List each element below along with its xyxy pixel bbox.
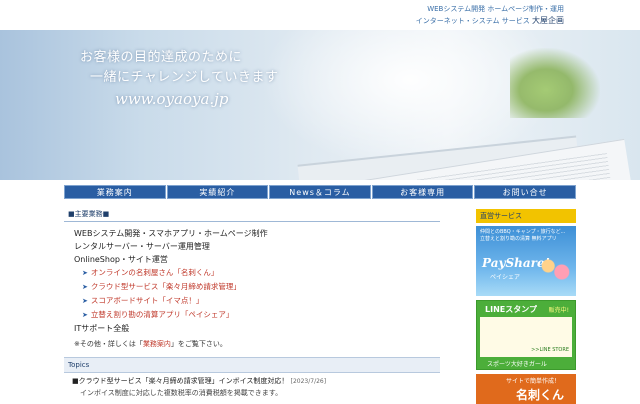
nav-works[interactable]: 実績紹介 (166, 185, 269, 199)
line-stamp-banner[interactable]: LINEスタンプ 販売中! >>LINE STORE スポーツ大好きガール (476, 300, 576, 370)
tagline-prefix: インターネット・システム サービス (415, 17, 530, 25)
main-nav: 業務案内 実績紹介 News＆コラム お客様専用 お問い合せ (64, 185, 576, 199)
line-stamp-title: LINEスタンプ (485, 305, 537, 314)
hero-banner: お客様の目的達成のために 一緒にチャレンジしていきます www.oyaoya.j… (0, 30, 640, 180)
payshare-text: 仲間とのBBQ・キャンプ・旅行など... 立替えと割り勘の清算 無料アプリ (480, 229, 566, 242)
plant-image (510, 48, 600, 118)
hero-line-2: 一緒にチャレンジしていきます (90, 70, 279, 85)
line-stamp-caption: スポーツ大好きガール (487, 361, 547, 368)
arrow-icon: ➤ (82, 297, 88, 305)
shop-link[interactable]: ➤ オンラインの名刺屋さん「名刺くん」 (82, 266, 440, 280)
shop-link[interactable]: ➤ クラウド型サービス「楽々月締め請求管理」 (82, 280, 440, 294)
service-item: WEBシステム開発・スマホアプリ・ホームページ制作 (74, 229, 268, 238)
shop-link[interactable]: ➤ スコアボードサイト「イマ点！」 (82, 294, 440, 308)
arrow-icon: ➤ (82, 283, 88, 291)
note-prefix: ※その他・詳しくは「 (74, 340, 143, 348)
sidebar: 直営サービス 仲間とのBBQ・キャンプ・旅行など... 立替えと割り勘の清算 無… (476, 209, 576, 404)
shop-link-label[interactable]: オンラインの名刺屋さん「名刺くん」 (91, 268, 219, 277)
topic-date: [2023/7/26] (290, 378, 327, 385)
nav-news[interactable]: News＆コラム (269, 185, 371, 199)
topic-item[interactable]: ■クラウド型サービス「楽々月締め請求管理」インボイス制度対応！ [2023/7/… (64, 373, 440, 386)
topics-heading: Topics (64, 357, 440, 373)
services-note: ※その他・詳しくは「業務案内」をご覧下さい。 (74, 337, 440, 351)
tagline-line-2: インターネット・システム サービス 大屋企画 (416, 15, 564, 27)
sidebar-heading: 直営サービス (476, 209, 576, 223)
note-link[interactable]: 業務案内 (143, 340, 171, 348)
line-store-link: >>LINE STORE (531, 347, 569, 353)
meishi-title: 名刺くん (516, 388, 565, 402)
payshare-banner[interactable]: 仲間とのBBQ・キャンプ・旅行など... 立替えと割り勘の清算 無料アプリ Pa… (476, 226, 576, 296)
topic-title[interactable]: ■クラウド型サービス「楽々月締め請求管理」インボイス制度対応！ (72, 377, 288, 385)
tagline-line-1: WEBシステム開発 ホームページ制作・運用 (427, 5, 564, 13)
nav-customers[interactable]: お客様専用 (371, 185, 474, 199)
nav-services[interactable]: 業務案内 (64, 185, 166, 199)
payshare-sub: ペイシェア (490, 274, 521, 281)
shop-link-label[interactable]: クラウド型サービス「楽々月締め請求管理」 (91, 282, 241, 291)
nav-contact[interactable]: お問い合せ (474, 185, 576, 199)
shop-link-label[interactable]: 立替え割り勘の清算アプリ「ペイシェア」 (91, 310, 234, 319)
line-stamp-badge: 販売中! (548, 307, 569, 314)
service-item: レンタルサーバー・サーバー運用管理 (74, 242, 210, 251)
service-item: ITサポート全般 (74, 324, 130, 333)
services-list: WEBシステム開発・スマホアプリ・ホームページ制作 レンタルサーバー・サーバー運… (64, 222, 440, 351)
kids-illustration (538, 250, 572, 290)
meishi-top: サイトで簡単作成！ (506, 378, 561, 385)
company-name[interactable]: 大屋企画 (532, 16, 564, 25)
note-suffix: 」をご覧下さい。 (170, 340, 227, 348)
section-heading: ■主要業務■ (64, 207, 440, 222)
site-header: WEBシステム開発 ホームページ制作・運用 インターネット・システム サービス … (0, 0, 640, 30)
header-tagline: WEBシステム開発 ホームページ制作・運用 インターネット・システム サービス … (416, 4, 564, 27)
arrow-icon: ➤ (82, 311, 88, 319)
topic-description: インボイス制度に対応した複数税率の消費税額を掲載できます。 (80, 389, 283, 397)
hero-line-1: お客様の目的達成のために (80, 50, 243, 65)
service-item: OnlineShop・サイト運営 (74, 255, 168, 264)
arrow-icon: ➤ (82, 269, 88, 277)
hero-url: www.oyaoya.jp (115, 90, 229, 108)
main-content: ■主要業務■ WEBシステム開発・スマホアプリ・ホームページ制作 レンタルサーバ… (64, 207, 440, 400)
shop-link-label[interactable]: スコアボードサイト「イマ点！」 (91, 296, 204, 305)
shop-link[interactable]: ➤ 立替え割り勘の清算アプリ「ペイシェア」 (82, 308, 440, 322)
